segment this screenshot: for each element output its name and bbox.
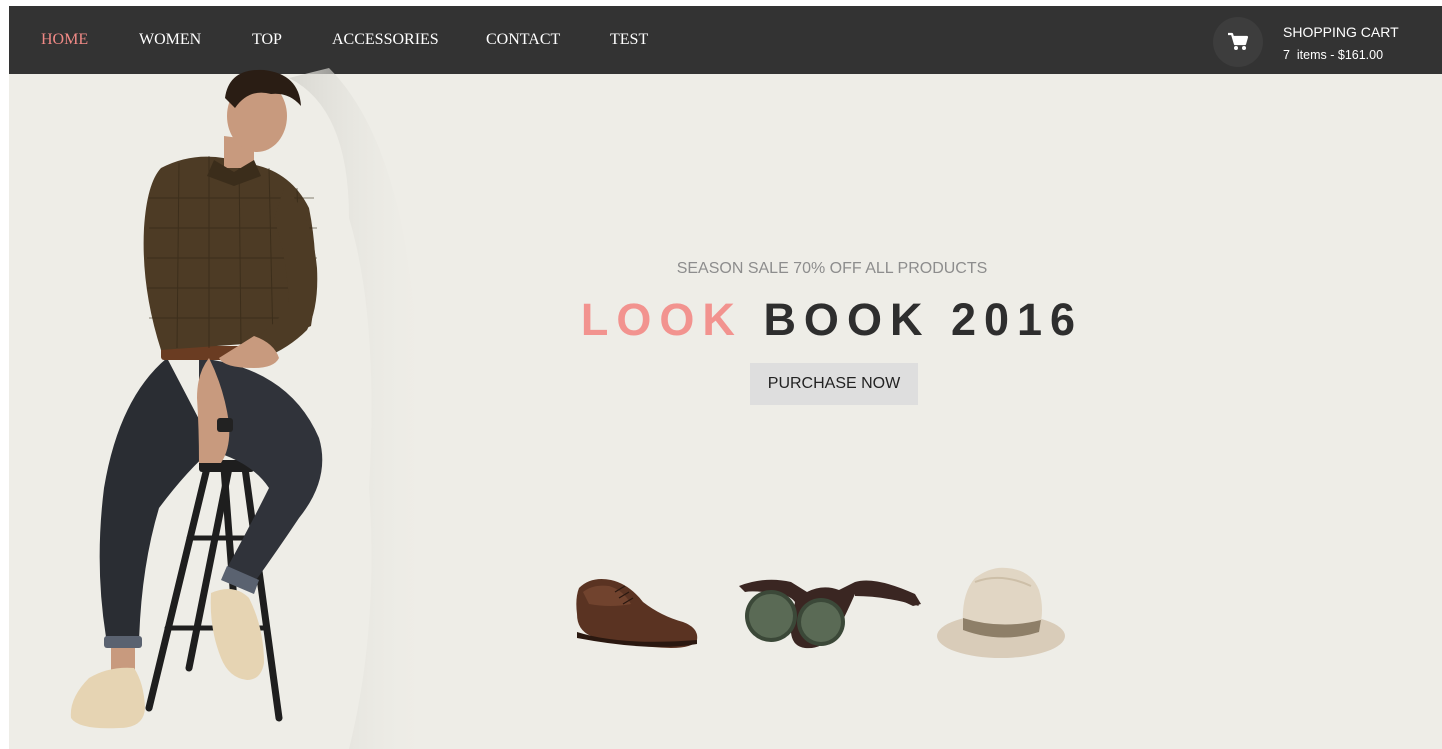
nav-item-test[interactable]: TEST <box>610 30 648 50</box>
shoe-image[interactable] <box>571 570 703 652</box>
nav-item-home[interactable]: HOME <box>41 30 88 50</box>
hero-title-accent: LOOK <box>580 294 743 345</box>
cart-title[interactable]: SHOPPING CART <box>1283 24 1399 40</box>
nav-item-contact[interactable]: CONTACT <box>486 30 560 50</box>
shopping-cart-icon <box>1228 32 1249 50</box>
hat-image[interactable] <box>935 564 1069 662</box>
nav-item-women[interactable]: WOMEN <box>139 30 201 50</box>
hero-title-main: BOOK 2016 <box>763 294 1084 345</box>
nav-item-accessories[interactable]: ACCESSORIES <box>332 30 439 50</box>
hero-subtitle: SEASON SALE 70% OFF ALL PRODUCTS <box>676 260 988 277</box>
cart-summary[interactable]: 7 items - $161.00 <box>1283 48 1383 62</box>
page-frame: HOME WOMEN TOP ACCESSORIES CONTACT TEST … <box>9 6 1442 749</box>
cart-button[interactable] <box>1213 17 1263 67</box>
nav-item-top[interactable]: TOP <box>252 30 282 50</box>
purchase-now-button[interactable]: PURCHASE NOW <box>750 363 918 405</box>
sunglasses-image[interactable] <box>735 572 925 652</box>
hero-title: LOOK BOOK 2016 <box>529 294 1135 346</box>
top-navbar: HOME WOMEN TOP ACCESSORIES CONTACT TEST … <box>9 6 1442 74</box>
model-image <box>70 68 432 749</box>
